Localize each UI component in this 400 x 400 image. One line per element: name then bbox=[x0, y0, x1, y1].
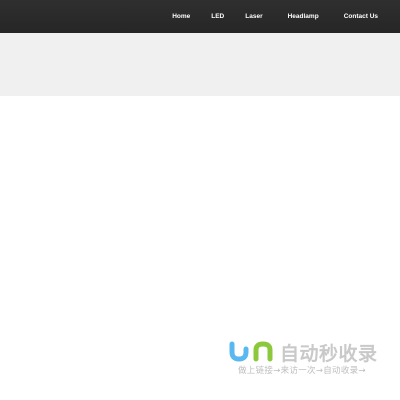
watermark: 自动秒收录 做上链接→来访一次→自动收录→ bbox=[228, 338, 388, 380]
nav-laser-link[interactable]: Laser bbox=[245, 13, 262, 20]
banner-area bbox=[0, 33, 400, 96]
watermark-tagline: 做上链接→来访一次→自动收录→ bbox=[238, 366, 366, 376]
nav-contact-us-link[interactable]: Contact Us bbox=[344, 13, 378, 20]
main-menu: Home LED Laser Headlamp Contact Us bbox=[172, 0, 400, 33]
nav-headlamp-link[interactable]: Headlamp bbox=[288, 13, 319, 20]
watermark-brand-text: 自动秒收录 bbox=[280, 343, 378, 365]
nav-led-link[interactable]: LED bbox=[211, 13, 224, 20]
top-navigation-bar: Home LED Laser Headlamp Contact Us bbox=[0, 0, 400, 33]
page: Home LED Laser Headlamp Contact Us 自动秒收录… bbox=[0, 0, 400, 400]
nav-home-link[interactable]: Home bbox=[172, 13, 190, 20]
auto-index-logo-icon bbox=[229, 341, 273, 362]
